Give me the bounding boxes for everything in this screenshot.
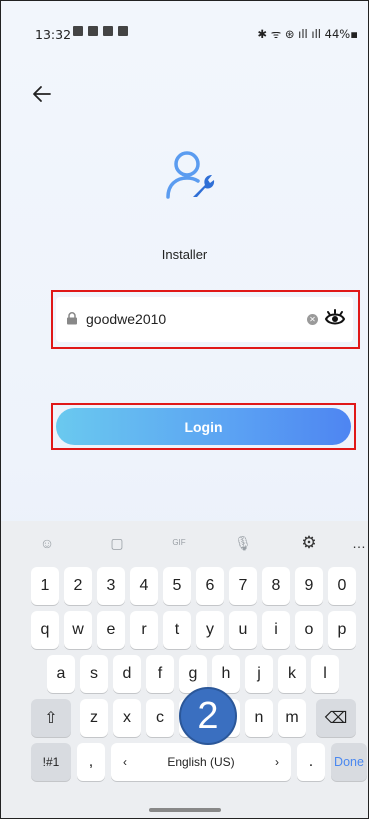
done-key[interactable]: Done [331,743,367,781]
notification-icons [73,26,128,36]
back-arrow-icon[interactable] [31,83,53,105]
phone-screen: 13:32 ✱ ᯤ ⊛ ıll ıll 44%▪ Installer ✕ L [0,0,369,819]
notification-icon [118,26,128,36]
status-time: 13:32 [35,27,72,42]
key-t[interactable]: t [163,611,191,649]
step-badge: 2 [179,687,237,745]
key-n[interactable]: n [245,699,273,737]
period-key[interactable]: . [297,743,325,781]
gif-icon[interactable]: GIF [169,533,189,553]
key-d[interactable]: d [113,655,141,693]
notification-icon [73,26,83,36]
eye-icon[interactable] [324,307,346,329]
clear-icon[interactable]: ✕ [307,314,318,325]
key-u[interactable]: u [229,611,257,649]
key-5[interactable]: 5 [163,567,191,605]
login-button[interactable]: Login [56,408,351,445]
keyboard: ☺ ▢ GIF 🎙 ⚙ … 1 2 3 4 5 6 7 8 9 0 q w e … [1,521,368,818]
key-l[interactable]: l [311,655,339,693]
key-0[interactable]: 0 [328,567,356,605]
sticker-icon[interactable]: ▢ [107,533,127,553]
key-f[interactable]: f [146,655,174,693]
right-arrow-icon: › [274,755,279,769]
home-indicator [149,808,221,812]
comma-key[interactable]: , [77,743,105,781]
key-1[interactable]: 1 [31,567,59,605]
key-q[interactable]: q [31,611,59,649]
role-label: Installer [161,247,208,262]
gear-icon[interactable]: ⚙ [299,533,319,553]
notification-icon [103,26,113,36]
key-s[interactable]: s [80,655,108,693]
key-2[interactable]: 2 [64,567,92,605]
key-y[interactable]: y [196,611,224,649]
key-z[interactable]: z [80,699,108,737]
key-k[interactable]: k [278,655,306,693]
left-arrow-icon: ‹ [123,755,127,769]
key-7[interactable]: 7 [229,567,257,605]
key-a[interactable]: a [47,655,75,693]
key-m[interactable]: m [278,699,306,737]
key-8[interactable]: 8 [262,567,290,605]
status-bar: 13:32 ✱ ᯤ ⊛ ıll ıll 44%▪ [1,1,368,61]
key-c[interactable]: c [146,699,174,737]
keyboard-toolbar: ☺ ▢ GIF 🎙 ⚙ … [1,521,368,565]
emoji-icon[interactable]: ☺ [37,533,57,553]
installer-icon [166,151,215,199]
key-r[interactable]: r [130,611,158,649]
key-w[interactable]: w [64,611,92,649]
key-p[interactable]: p [328,611,356,649]
lock-icon [67,312,77,325]
key-4[interactable]: 4 [130,567,158,605]
notification-icon [88,26,98,36]
password-input[interactable] [86,309,286,329]
shift-key[interactable]: ⇧ [31,699,71,737]
key-o[interactable]: o [295,611,323,649]
symbols-key[interactable]: !#1 [31,743,71,781]
language-label: English (US) [167,755,235,769]
key-9[interactable]: 9 [295,567,323,605]
key-e[interactable]: e [97,611,125,649]
key-x[interactable]: x [113,699,141,737]
key-j[interactable]: j [245,655,273,693]
more-icon[interactable]: … [349,533,368,553]
password-field[interactable]: ✕ [56,297,353,342]
key-6[interactable]: 6 [196,567,224,605]
backspace-key[interactable]: ⌫ [316,699,356,737]
key-3[interactable]: 3 [97,567,125,605]
key-i[interactable]: i [262,611,290,649]
space-key[interactable]: ‹ English (US) › [111,743,291,781]
status-indicators: ✱ ᯤ ⊛ ıll ıll 44%▪ [257,27,358,41]
mic-icon[interactable]: 🎙 [233,533,253,553]
